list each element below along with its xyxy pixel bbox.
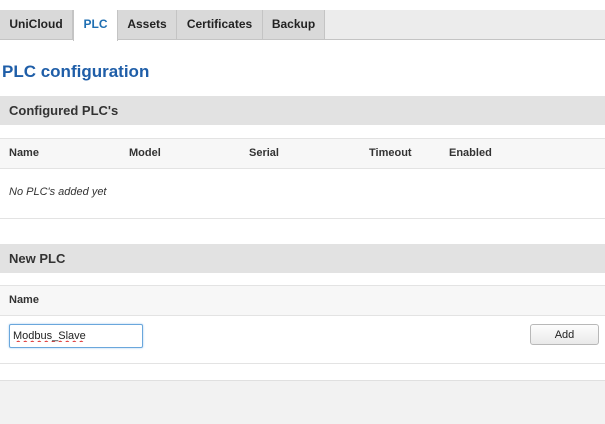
page-title: PLC configuration: [2, 62, 150, 81]
tab-assets[interactable]: Assets: [118, 10, 177, 40]
configured-plcs-table-header: Name Model Serial Timeout Enabled: [0, 138, 605, 169]
configured-plcs-header: Configured PLC's: [0, 96, 605, 125]
footer-bar: [0, 380, 605, 424]
tab-backup[interactable]: Backup: [263, 10, 325, 40]
column-new-name: Name: [9, 294, 39, 306]
tab-bar-filler: [325, 10, 605, 39]
column-model: Model: [129, 147, 161, 159]
tab-unicloud[interactable]: UniCloud: [0, 10, 73, 40]
new-plc-input-row: Add: [0, 316, 605, 364]
column-serial: Serial: [249, 147, 279, 159]
new-plc-header: New PLC: [0, 244, 605, 273]
new-plc-table-header: Name: [0, 285, 605, 316]
column-name: Name: [9, 147, 39, 159]
tab-bar: UniCloud PLC Assets Certificates Backup: [0, 10, 605, 41]
tab-plc[interactable]: PLC: [73, 10, 118, 41]
tab-certificates[interactable]: Certificates: [177, 10, 263, 40]
empty-message: No PLC's added yet: [9, 186, 107, 198]
empty-table-row: No PLC's added yet: [0, 169, 605, 219]
column-timeout: Timeout: [369, 147, 412, 159]
add-plc-button[interactable]: Add: [530, 324, 599, 345]
column-enabled: Enabled: [449, 147, 492, 159]
plc-name-input[interactable]: [9, 324, 143, 348]
